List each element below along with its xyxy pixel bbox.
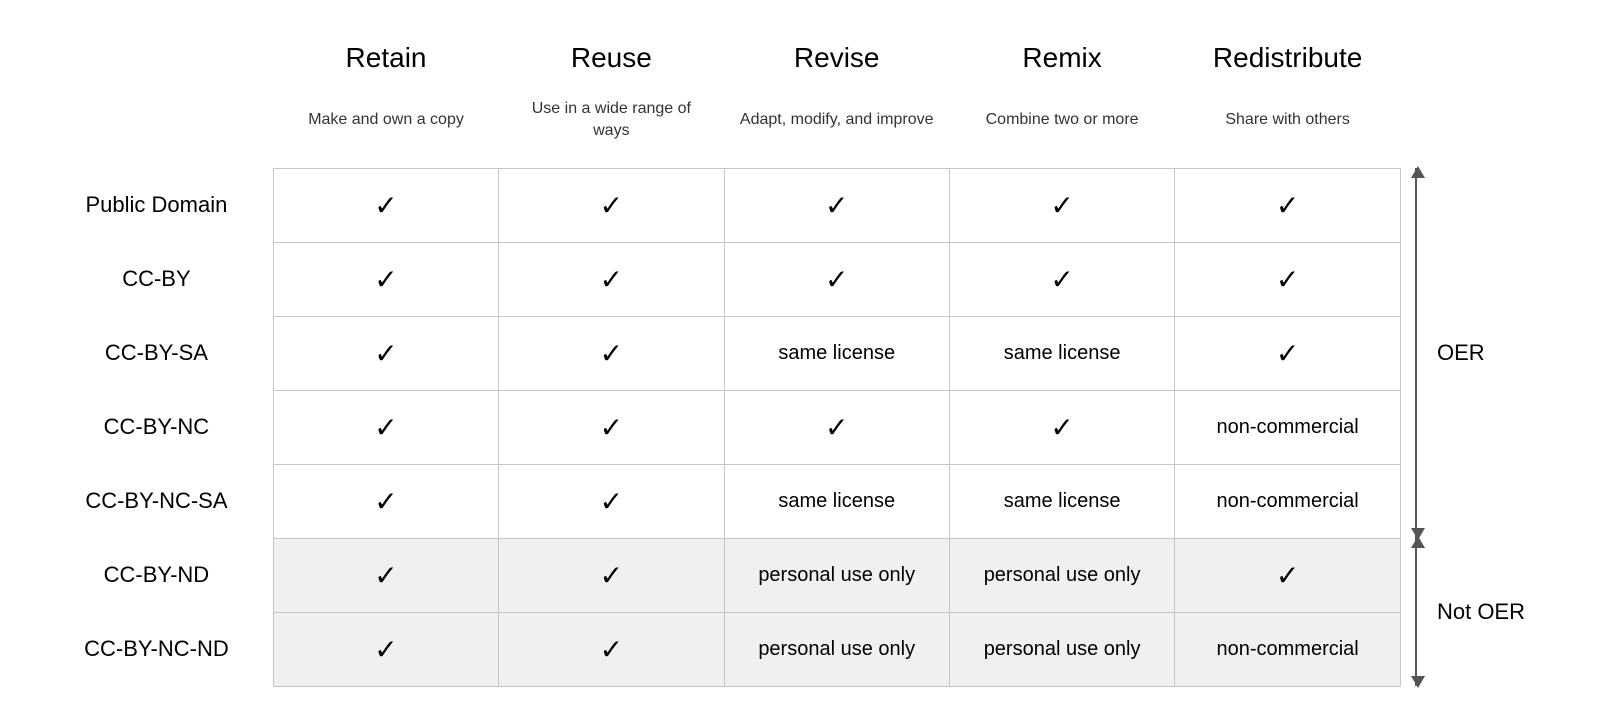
table-row: CC-BY-NC-SA✓✓same licensesame licensenon…: [40, 464, 1400, 538]
cell-retain: ✓: [273, 168, 498, 242]
cell-reuse: ✓: [499, 242, 724, 316]
check-icon: ✓: [600, 486, 623, 517]
check-icon: ✓: [1276, 190, 1299, 221]
check-icon: ✓: [600, 412, 623, 443]
cell-remix: ✓: [949, 390, 1174, 464]
cell-retain: ✓: [273, 538, 498, 612]
col-title-redistribute: Redistribute: [1175, 20, 1401, 94]
row-header: CC-BY-SA: [40, 316, 273, 390]
cell-reuse: ✓: [499, 464, 724, 538]
cell-redistribute: ✓: [1175, 538, 1401, 612]
check-icon: ✓: [600, 338, 623, 369]
oer-bracket: OER: [1415, 168, 1485, 538]
check-icon: ✓: [374, 560, 397, 591]
row-header: Public Domain: [40, 168, 273, 242]
col-sub-revise: Adapt, modify, and improve: [724, 94, 949, 168]
cell-redistribute: non-commercial: [1175, 390, 1401, 464]
cell-remix: personal use only: [949, 612, 1174, 686]
cell-revise: ✓: [724, 168, 949, 242]
col-title-remix: Remix: [949, 20, 1174, 94]
check-icon: ✓: [374, 412, 397, 443]
check-icon: ✓: [600, 560, 623, 591]
cell-retain: ✓: [273, 612, 498, 686]
check-icon: ✓: [600, 190, 623, 221]
cell-redistribute: ✓: [1175, 168, 1401, 242]
check-icon: ✓: [374, 190, 397, 221]
row-header: CC-BY-NC-ND: [40, 612, 273, 686]
check-icon: ✓: [825, 190, 848, 221]
cell-revise: same license: [724, 464, 949, 538]
cell-revise: ✓: [724, 242, 949, 316]
cell-reuse: ✓: [499, 168, 724, 242]
row-header: CC-BY: [40, 242, 273, 316]
col-sub-remix: Combine two or more: [949, 94, 1174, 168]
arrow-up-icon: [1411, 536, 1425, 548]
corner-blank: [40, 20, 273, 94]
cell-remix: ✓: [949, 242, 1174, 316]
table-row: CC-BY-NC-ND ✓ ✓ personal use onlypersonal u…: [40, 612, 1400, 686]
not-oer-bracket: Not OER: [1415, 538, 1525, 686]
cell-revise: personal use only: [724, 612, 949, 686]
check-icon: ✓: [825, 412, 848, 443]
row-header: CC-BY-ND: [40, 538, 273, 612]
check-icon: ✓: [600, 264, 623, 295]
not-oer-label: Not OER: [1437, 599, 1525, 625]
column-title-row: Retain Reuse Revise Remix Redistribute: [40, 20, 1400, 94]
col-sub-redistribute: Share with others: [1175, 94, 1401, 168]
cell-reuse: ✓: [499, 316, 724, 390]
check-icon: ✓: [1276, 264, 1299, 295]
arrow-down-icon: [1411, 676, 1425, 688]
check-icon: ✓: [374, 486, 397, 517]
cell-redistribute: non-commercial: [1175, 464, 1401, 538]
col-title-retain: Retain: [273, 20, 498, 94]
cell-remix: same license: [949, 316, 1174, 390]
check-icon: ✓: [1050, 412, 1073, 443]
cell-remix: same license: [949, 464, 1174, 538]
col-title-revise: Revise: [724, 20, 949, 94]
col-title-reuse: Reuse: [499, 20, 724, 94]
corner-blank-2: [40, 94, 273, 168]
check-icon: ✓: [825, 264, 848, 295]
check-icon: ✓: [1050, 190, 1073, 221]
cell-retain: ✓: [273, 316, 498, 390]
check-icon: ✓: [600, 634, 623, 665]
table-body: Public Domain ✓ ✓ ✓ ✓ ✓ CC-BY ✓ ✓ ✓ ✓ ✓ CC-BY-SA ✓ ✓ sa…: [40, 168, 1400, 686]
cell-retain: ✓: [273, 464, 498, 538]
cell-remix: ✓: [949, 168, 1174, 242]
row-header: CC-BY-NC: [40, 390, 273, 464]
row-header: CC-BY-NC-SA: [40, 464, 273, 538]
check-icon: ✓: [1276, 560, 1299, 591]
col-sub-retain: Make and own a copy: [273, 94, 498, 168]
check-icon: ✓: [374, 634, 397, 665]
cell-remix: personal use only: [949, 538, 1174, 612]
license-rights-table: Retain Reuse Revise Remix Redistribute M…: [40, 20, 1401, 687]
oer-label: OER: [1437, 340, 1485, 366]
cell-redistribute: ✓: [1175, 316, 1401, 390]
check-icon: ✓: [1050, 264, 1073, 295]
arrow-up-icon: [1411, 166, 1425, 178]
column-subtitle-row: Make and own a copy Use in a wide range …: [40, 94, 1400, 168]
cell-revise: same license: [724, 316, 949, 390]
table-row: CC-BY-SA ✓ ✓ same licensesame license ✓: [40, 316, 1400, 390]
table-row: CC-BY ✓ ✓ ✓ ✓ ✓: [40, 242, 1400, 316]
col-sub-reuse: Use in a wide range of ways: [499, 94, 724, 168]
table-row: CC-BY-ND ✓ ✓ personal use onlypersonal use …: [40, 538, 1400, 612]
cell-retain: ✓: [273, 390, 498, 464]
cell-reuse: ✓: [499, 612, 724, 686]
cell-revise: personal use only: [724, 538, 949, 612]
table-row: CC-BY-NC ✓ ✓ ✓ ✓ non-commercial: [40, 390, 1400, 464]
check-icon: ✓: [374, 264, 397, 295]
cell-revise: ✓: [724, 390, 949, 464]
table-row: Public Domain ✓ ✓ ✓ ✓ ✓: [40, 168, 1400, 242]
cell-retain: ✓: [273, 242, 498, 316]
check-icon: ✓: [374, 338, 397, 369]
cell-redistribute: ✓: [1175, 242, 1401, 316]
cell-reuse: ✓: [499, 538, 724, 612]
cell-reuse: ✓: [499, 390, 724, 464]
cell-redistribute: non-commercial: [1175, 612, 1401, 686]
check-icon: ✓: [1276, 338, 1299, 369]
